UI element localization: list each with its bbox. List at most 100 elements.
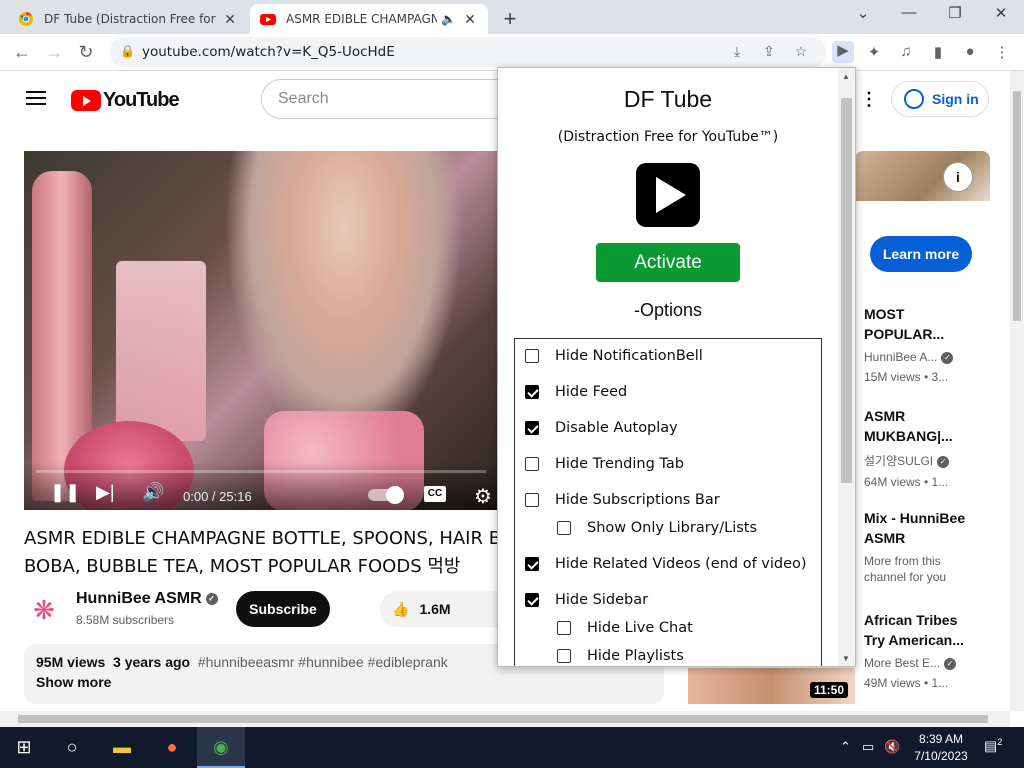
option-label: Hide Sidebar — [555, 592, 649, 608]
df-tube-extension-icon[interactable]: ▶ — [832, 41, 854, 63]
related-stats: 15M views • 3... — [864, 370, 949, 384]
show-hidden-icons-icon[interactable]: ⌃ — [840, 739, 851, 755]
option-hide-sidebar[interactable]: Hide Sidebar — [525, 592, 648, 608]
more-options-icon[interactable]: ⋮ — [860, 89, 878, 110]
checkbox[interactable] — [557, 649, 571, 663]
file-explorer-icon[interactable]: ▬ — [98, 727, 146, 768]
next-icon[interactable]: ▶| — [96, 482, 115, 503]
volume-icon[interactable]: 🔊 — [142, 482, 164, 503]
address-bar[interactable]: 🔒 youtube.com/watch?v=K_Q5-UocHdE ⤓ ⇪ ☆ — [110, 37, 826, 67]
related-title-line-1: MOST — [864, 306, 905, 322]
tab-search-icon[interactable]: ⌄ — [850, 4, 876, 22]
channel-name-text[interactable]: HunniBee ASMR — [76, 590, 202, 607]
minimize-button[interactable]: — — [896, 4, 922, 21]
option-hide-live-chat[interactable]: Hide Live Chat — [557, 620, 693, 636]
related-channel: 설기양SULGI ✓ — [864, 452, 994, 469]
verified-icon: ✓ — [944, 657, 957, 670]
restore-button[interactable]: ❐ — [942, 4, 968, 22]
menu-icon[interactable] — [26, 91, 46, 105]
related-video[interactable]: MOST POPULAR... HunniBee A... ✓ 15M views… — [864, 304, 994, 384]
scrollbar-thumb[interactable] — [1013, 91, 1021, 321]
reload-icon[interactable]: ↻ — [74, 40, 98, 64]
related-video[interactable]: ASMR MUKBANG|... 설기양SULGI ✓ 64M views • 1… — [864, 406, 994, 489]
page-vertical-scrollbar[interactable] — [1010, 71, 1024, 711]
related-stats: channel for you — [864, 570, 947, 584]
checkbox[interactable] — [525, 557, 539, 571]
firefox-icon[interactable]: ● — [148, 727, 196, 768]
related-channel: HunniBee A... ✓ — [864, 350, 994, 364]
pause-icon[interactable]: ❚❚ — [50, 482, 80, 503]
share-icon[interactable]: ⇪ — [760, 43, 778, 61]
video-player[interactable]: ❚❚ ▶| 🔊 0:00 / 25:16 CC ⚙ — [24, 151, 498, 510]
checkbox[interactable] — [525, 421, 539, 435]
checkbox[interactable] — [525, 593, 539, 607]
option-hide-feed[interactable]: Hide Feed — [525, 384, 627, 400]
volume-muted-icon[interactable]: 🔇 — [884, 739, 900, 755]
back-icon[interactable]: ← — [10, 40, 34, 64]
settings-gear-icon[interactable]: ⚙ — [474, 484, 492, 509]
youtube-logo[interactable]: YouTube — [71, 89, 180, 112]
checkbox[interactable] — [525, 349, 539, 363]
captions-icon[interactable]: CC — [424, 486, 446, 502]
forward-icon[interactable]: → — [42, 40, 66, 64]
side-panel-icon[interactable]: ▮ — [928, 43, 948, 63]
scroll-up-icon[interactable]: ▲ — [842, 72, 850, 81]
checkbox[interactable] — [525, 493, 539, 507]
show-more-button[interactable]: Show more — [36, 674, 652, 690]
new-tab-button[interactable]: + — [500, 6, 520, 32]
speaker-icon[interactable]: 🔈 — [441, 12, 456, 26]
option-label: Hide NotificationBell — [555, 348, 703, 364]
related-title-line-1: African Tribes — [864, 612, 958, 628]
windows-start-icon[interactable]: ⊞ — [0, 727, 48, 768]
progress-bar[interactable] — [36, 470, 486, 473]
hashtags[interactable]: #hunnibeeasmr #hunnibee #edibleprank — [198, 654, 448, 670]
page-horizontal-scrollbar[interactable] — [0, 711, 1010, 727]
bookmark-star-icon[interactable]: ☆ — [792, 43, 810, 61]
system-clock[interactable]: 8:39 AM 7/10/2023 — [908, 731, 974, 765]
close-tab-icon[interactable]: ✕ — [222, 11, 238, 28]
info-icon[interactable]: i — [943, 162, 973, 192]
channel-avatar[interactable]: ❋ — [24, 590, 64, 630]
checkbox[interactable] — [525, 385, 539, 399]
scrollbar-thumb[interactable] — [18, 715, 988, 723]
option-hide-playlists[interactable]: Hide Playlists — [557, 648, 684, 664]
tab-df-tube[interactable]: DF Tube (Distraction Free for You ✕ — [8, 4, 248, 34]
close-tab-icon[interactable]: ✕ — [462, 11, 478, 28]
media-controls-icon[interactable]: ♫ — [896, 43, 916, 63]
extensions-puzzle-icon[interactable]: ✦ — [864, 43, 884, 63]
checkbox[interactable] — [557, 621, 571, 635]
option-show-only-library-lists[interactable]: Show Only Library/Lists — [557, 520, 757, 536]
learn-more-button[interactable]: Learn more — [870, 236, 972, 272]
activate-button[interactable]: Activate — [596, 243, 740, 282]
install-icon[interactable]: ⤓ — [728, 43, 746, 61]
df-tube-favicon — [19, 12, 33, 26]
search-icon[interactable]: ○ — [48, 727, 96, 768]
scroll-down-icon[interactable]: ▼ — [842, 654, 850, 663]
network-icon[interactable]: ▭ — [862, 739, 874, 755]
close-window-button[interactable]: ✕ — [988, 4, 1014, 22]
related-video[interactable]: African Tribes Try American... More Best… — [864, 610, 994, 690]
option-hide-related-videos[interactable]: Hide Related Videos (end of video) — [525, 556, 807, 572]
profile-icon[interactable]: ● — [960, 43, 980, 63]
option-hide-notification-bell[interactable]: Hide NotificationBell — [525, 348, 703, 364]
tab-strip: DF Tube (Distraction Free for You ✕ ASMR… — [0, 0, 1024, 34]
subscribe-button[interactable]: Subscribe — [236, 591, 330, 627]
option-disable-autoplay[interactable]: Disable Autoplay — [525, 420, 678, 436]
tab-youtube[interactable]: ASMR EDIBLE CHAMPAGNE 🔈 ✕ — [250, 4, 488, 34]
like-button[interactable]: 👍 1.6M — [380, 591, 510, 627]
option-hide-subscriptions-bar[interactable]: Hide Subscriptions Bar — [525, 492, 720, 508]
popup-scrollbar[interactable]: ▲ ▼ — [838, 68, 855, 666]
verified-icon: ✓ — [937, 455, 950, 468]
chrome-menu-icon[interactable]: ⋮ — [992, 43, 1012, 63]
notifications-icon[interactable]: ▤2 — [984, 737, 1002, 755]
autoplay-toggle[interactable] — [368, 486, 404, 504]
checkbox[interactable] — [525, 457, 539, 471]
scrollbar-thumb[interactable] — [841, 98, 852, 483]
checkbox[interactable] — [557, 521, 571, 535]
related-video[interactable]: Mix - HunniBee ASMR More from this chann… — [864, 508, 994, 584]
channel-name[interactable]: HunniBee ASMR ✓ — [76, 590, 218, 608]
chrome-icon[interactable]: ◉ — [197, 727, 245, 768]
option-hide-trending-tab[interactable]: Hide Trending Tab — [525, 456, 684, 472]
sign-in-button[interactable]: Sign in — [891, 81, 989, 117]
lock-icon[interactable]: 🔒 — [120, 44, 135, 58]
